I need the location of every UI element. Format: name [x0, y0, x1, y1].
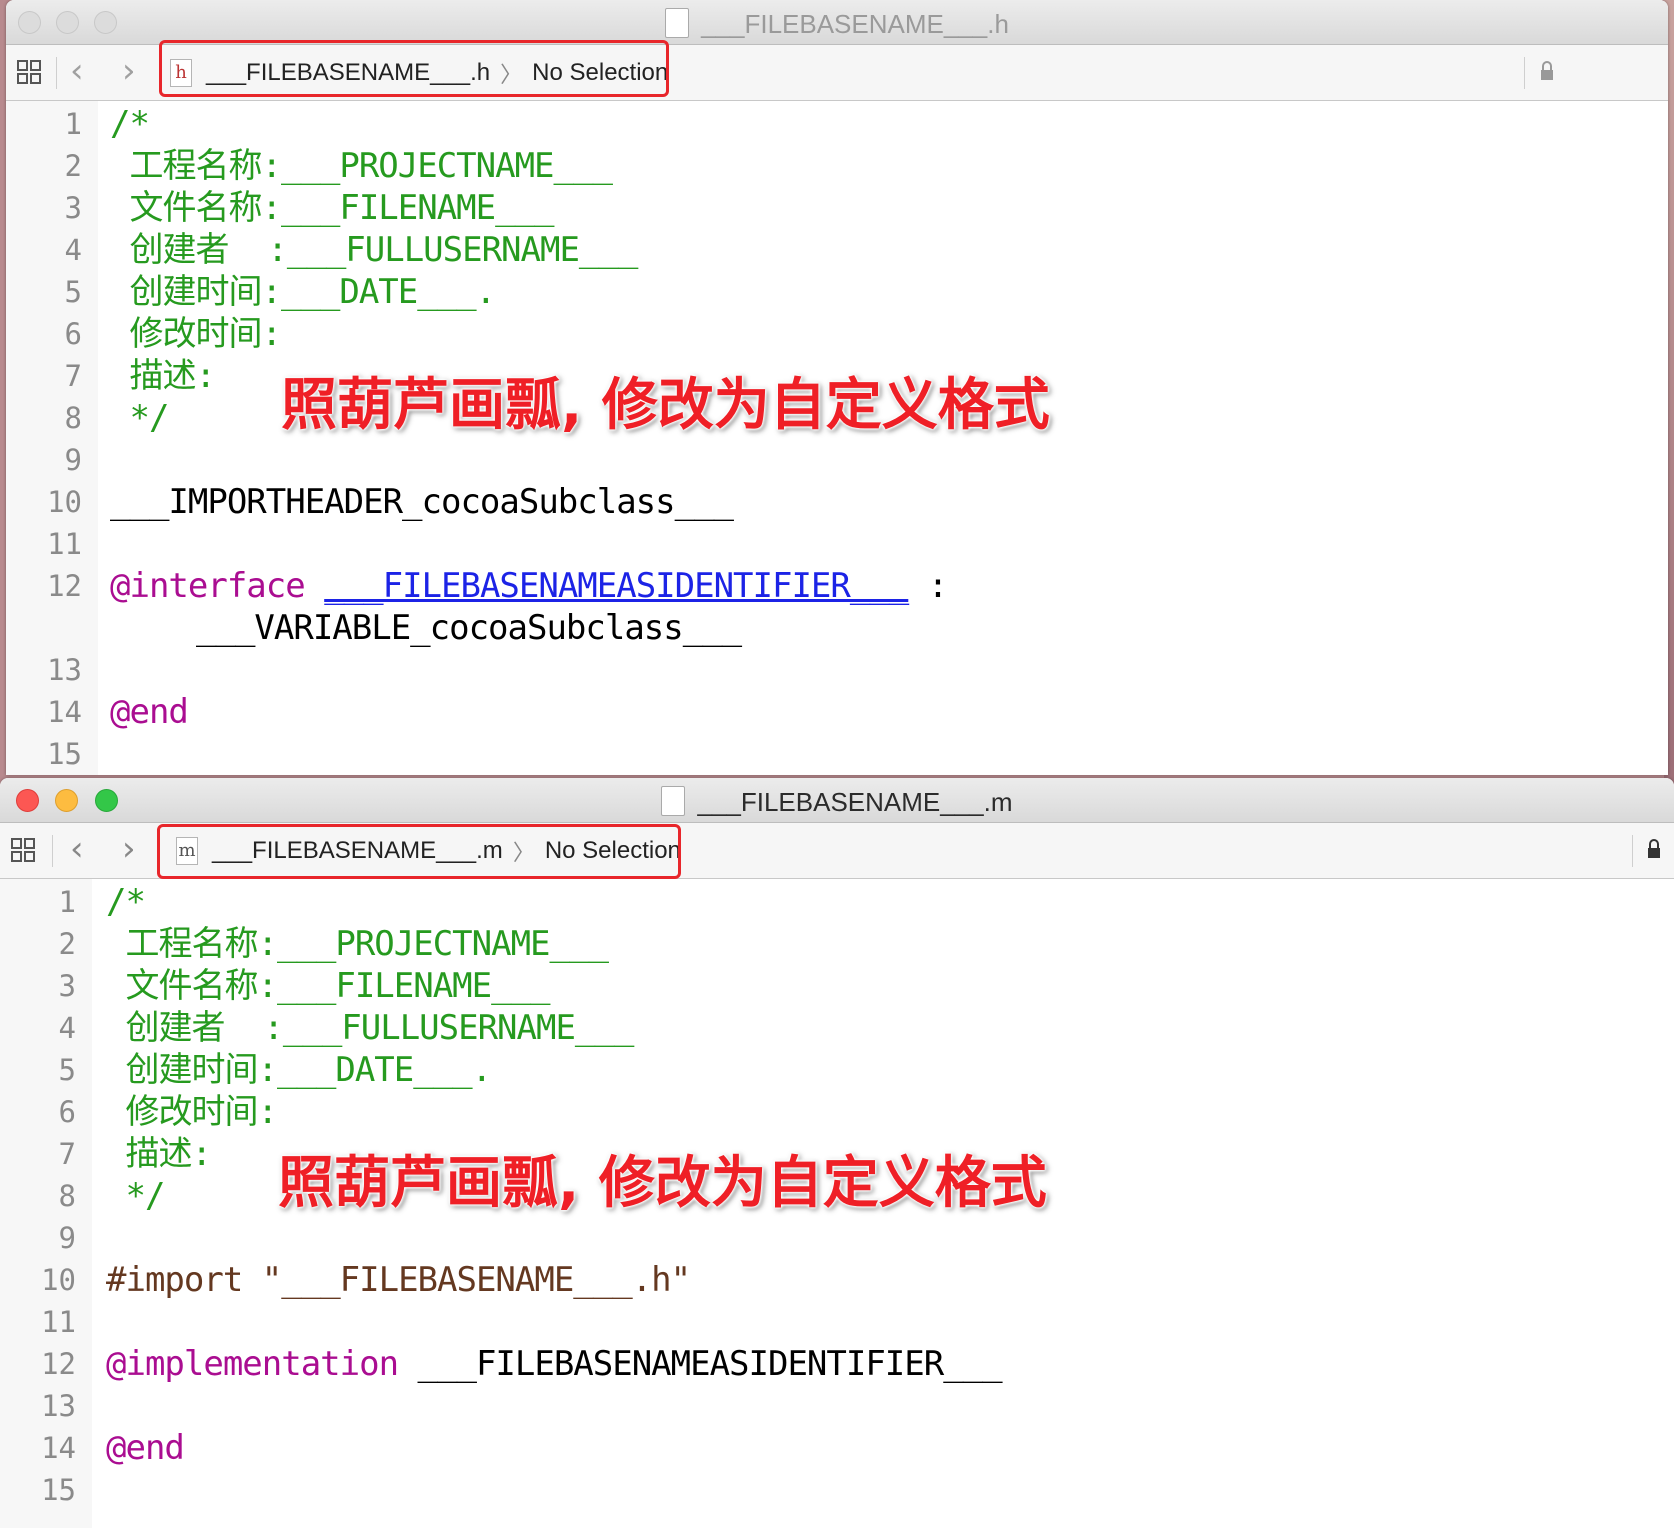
title-bar: ___FILEBASENAME___.h: [6, 0, 1668, 45]
toolbar-separator: [52, 835, 53, 867]
code-line: 工程名称:___PROJECTNAME___: [106, 924, 608, 964]
line-number: 2: [58, 927, 76, 961]
line-number: 11: [41, 1305, 76, 1339]
line-number: 6: [58, 1095, 76, 1129]
code-line: 工程名称:___PROJECTNAME___: [110, 146, 612, 186]
code-line: /*: [106, 882, 146, 922]
line-number: 9: [64, 443, 82, 477]
toolbar-separator: [56, 57, 57, 89]
line-number: 13: [41, 1389, 76, 1423]
code-line: */: [106, 1176, 165, 1216]
line-number: 12: [41, 1347, 76, 1381]
code-line: 创建时间:___DATE___.: [110, 272, 496, 312]
code-line: 创建者 :___FULLUSERNAME___: [110, 230, 638, 270]
line-number: 6: [64, 317, 82, 351]
line-number: 1: [64, 107, 82, 141]
code-line: 创建者 :___FULLUSERNAME___: [106, 1008, 634, 1048]
code-line: @end: [106, 1428, 185, 1468]
line-number: 9: [58, 1221, 76, 1255]
toolbar-separator: [1632, 835, 1633, 867]
import-path: "___FILEBASENAME___.h": [261, 1260, 691, 1300]
window-title: ___FILEBASENAME___.h: [6, 8, 1668, 41]
line-number: 4: [58, 1011, 76, 1045]
keyword: @interface: [110, 566, 306, 606]
code-line: @end: [110, 692, 189, 732]
lock-icon[interactable]: [1540, 59, 1554, 83]
line-number: 8: [64, 401, 82, 435]
code-line: 文件名称:___FILENAME___: [106, 966, 550, 1006]
window-title-text: ___FILEBASENAME___.m: [697, 787, 1013, 817]
preprocessor-directive: #import: [106, 1260, 243, 1300]
line-number: 7: [58, 1137, 76, 1171]
forward-button[interactable]: ›: [122, 51, 136, 91]
header-editor-window: ___FILEBASENAME___.h ‹ › h ___FILEBASENA…: [6, 0, 1668, 775]
forward-button[interactable]: ›: [122, 829, 136, 869]
document-icon: [661, 786, 686, 817]
line-number-gutter: 1 2 3 4 5 6 7 8 9 10 11 12 13 14 15: [6, 101, 98, 775]
line-number: 7: [64, 359, 82, 393]
code-line: @implementation ___FILEBASENAMEASIDENTIF…: [106, 1343, 1003, 1385]
code-line: /*: [110, 104, 150, 144]
code-line: ___VARIABLE_cocoaSubclass___: [196, 608, 742, 648]
window-title: ___FILEBASENAME___.m: [0, 786, 1674, 819]
line-number: 15: [41, 1473, 76, 1507]
line-number: 14: [41, 1431, 76, 1465]
line-number: 14: [47, 695, 82, 729]
implementation-editor-window: ___FILEBASENAME___.m ‹ › m ___FILEBASENA…: [0, 778, 1674, 1528]
line-number-gutter: 1 2 3 4 5 6 7 8 9 10 11 12 13 14 15: [0, 879, 92, 1528]
code-line: ___IMPORTHEADER_cocoaSubclass___: [110, 482, 734, 522]
line-number: 2: [64, 149, 82, 183]
line-number: 15: [47, 737, 82, 771]
line-number: 10: [47, 485, 82, 519]
window-title-text: ___FILEBASENAME___.h: [701, 9, 1009, 39]
line-number: 13: [47, 653, 82, 687]
line-number: 12: [47, 569, 82, 603]
code-line: @interface ___FILEBASENAMEASIDENTIFIER__…: [110, 565, 948, 607]
code-line: 修改时间:: [106, 1092, 277, 1132]
code-token: :: [908, 566, 948, 606]
keyword: @implementation: [106, 1344, 399, 1384]
line-number: 1: [58, 885, 76, 919]
line-number: 8: [58, 1179, 76, 1213]
related-items-icon[interactable]: [10, 837, 38, 865]
code-line: 修改时间:: [110, 314, 281, 354]
line-number: 10: [41, 1263, 76, 1297]
line-number: 5: [64, 275, 82, 309]
line-number: 4: [64, 233, 82, 267]
code-line: 描述:: [110, 356, 215, 396]
document-icon: [665, 8, 690, 39]
line-number: 3: [64, 191, 82, 225]
highlight-box: [159, 40, 669, 97]
class-name: ___FILEBASENAMEASIDENTIFIER___: [417, 1344, 1003, 1384]
code-line: 文件名称:___FILENAME___: [110, 188, 554, 228]
class-name-link[interactable]: ___FILEBASENAMEASIDENTIFIER___: [324, 566, 909, 606]
highlight-box: [157, 824, 681, 879]
code-line: #import "___FILEBASENAME___.h": [106, 1259, 691, 1301]
related-items-icon[interactable]: [16, 59, 44, 87]
code-line: 描述:: [106, 1134, 211, 1174]
code-line: */: [110, 398, 169, 438]
toolbar-separator: [1524, 57, 1525, 89]
line-number: 11: [47, 527, 82, 561]
line-number: 5: [58, 1053, 76, 1087]
code-line: 创建时间:___DATE___.: [106, 1050, 492, 1090]
back-button[interactable]: ‹: [70, 829, 84, 869]
annotation-text: 照葫芦画瓢, 修改为自定义格式: [281, 373, 1050, 438]
lock-icon[interactable]: [1647, 837, 1661, 861]
title-bar: ___FILEBASENAME___.m: [0, 778, 1674, 823]
line-number: 3: [58, 969, 76, 1003]
annotation-text: 照葫芦画瓢, 修改为自定义格式: [278, 1151, 1047, 1216]
back-button[interactable]: ‹: [70, 51, 84, 91]
